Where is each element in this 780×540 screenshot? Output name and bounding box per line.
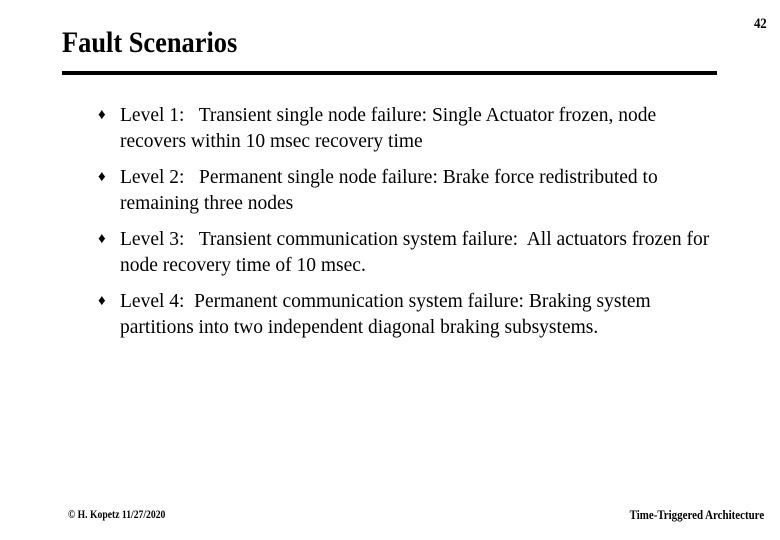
diamond-bullet-icon: ♦ <box>98 169 106 185</box>
list-item: ♦ Level 1: Transient single node failure… <box>96 103 716 154</box>
slide-canvas: 42 Fault Scenarios ♦ Level 1: Transient … <box>0 0 780 540</box>
list-item-text: Level 3: Transient communication system … <box>120 229 715 276</box>
footer-subject: Time-Triggered Architecture <box>629 507 764 522</box>
list-item-text: Level 4: Permanent communication system … <box>120 291 656 338</box>
title-block: Fault Scenarios <box>62 26 722 68</box>
diamond-bullet-icon: ♦ <box>98 293 106 309</box>
footer-copyright: © H. Kopetz 11/27/2020 <box>68 509 166 521</box>
page-title: Fault Scenarios <box>62 26 238 59</box>
list-item: ♦ Level 4: Permanent communication syste… <box>96 289 716 340</box>
diamond-bullet-icon: ♦ <box>98 107 106 123</box>
list-item: ♦ Level 2: Permanent single node failure… <box>96 165 716 216</box>
list-item: ♦ Level 3: Transient communication syste… <box>96 227 716 278</box>
title-divider-rule <box>62 71 717 75</box>
diamond-bullet-icon: ♦ <box>98 231 106 247</box>
list-item-text: Level 1: Transient single node failure: … <box>120 105 662 152</box>
list-item-text: Level 2: Permanent single node failure: … <box>120 167 663 214</box>
page-number: 42 <box>753 16 767 32</box>
bullet-list: ♦ Level 1: Transient single node failure… <box>96 103 716 340</box>
